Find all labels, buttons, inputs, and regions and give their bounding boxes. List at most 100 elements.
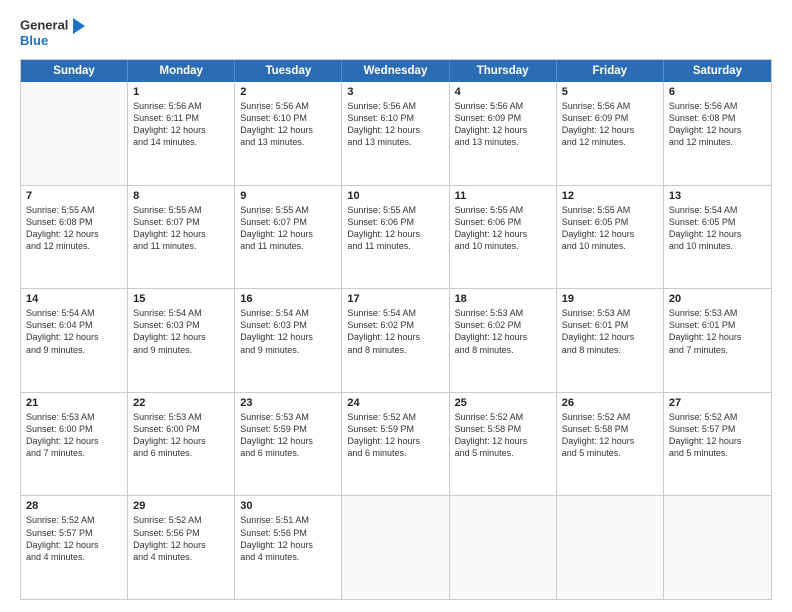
- cell-info-line: Sunrise: 5:54 AM: [669, 204, 766, 216]
- cell-info-line: Sunrise: 5:53 AM: [26, 411, 122, 423]
- calendar-cell-14: 14Sunrise: 5:54 AMSunset: 6:04 PMDayligh…: [21, 289, 128, 392]
- weekday-header-saturday: Saturday: [664, 60, 771, 82]
- cell-info-line: Sunrise: 5:55 AM: [240, 204, 336, 216]
- cell-info-line: Daylight: 12 hours: [133, 228, 229, 240]
- cell-info-line: Sunset: 6:00 PM: [133, 423, 229, 435]
- cell-info-line: and 8 minutes.: [347, 344, 443, 356]
- cell-info-line: Sunset: 6:05 PM: [669, 216, 766, 228]
- cell-info-line: Sunrise: 5:52 AM: [26, 514, 122, 526]
- calendar-cell-27: 27Sunrise: 5:52 AMSunset: 5:57 PMDayligh…: [664, 393, 771, 496]
- calendar-row-2: 14Sunrise: 5:54 AMSunset: 6:04 PMDayligh…: [21, 289, 771, 393]
- cell-info-line: and 4 minutes.: [26, 551, 122, 563]
- cell-info-line: and 6 minutes.: [240, 447, 336, 459]
- day-number: 14: [26, 293, 122, 305]
- calendar-cell-22: 22Sunrise: 5:53 AMSunset: 6:00 PMDayligh…: [128, 393, 235, 496]
- day-number: 1: [133, 86, 229, 98]
- calendar-cell-12: 12Sunrise: 5:55 AMSunset: 6:05 PMDayligh…: [557, 186, 664, 289]
- cell-info-line: Daylight: 12 hours: [26, 228, 122, 240]
- day-number: 25: [455, 397, 551, 409]
- calendar-cell-7: 7 Sunrise: 5:55 AMSunset: 6:08 PMDaylight…: [21, 186, 128, 289]
- cell-info-line: Sunrise: 5:53 AM: [669, 307, 766, 319]
- cell-info-line: Sunrise: 5:54 AM: [347, 307, 443, 319]
- cell-info-line: and 11 minutes.: [347, 240, 443, 252]
- cell-info-line: Sunset: 6:08 PM: [26, 216, 122, 228]
- cell-info-line: Sunset: 6:09 PM: [455, 112, 551, 124]
- cell-info-line: Sunrise: 5:53 AM: [240, 411, 336, 423]
- cell-info-line: Sunrise: 5:52 AM: [347, 411, 443, 423]
- day-number: 11: [455, 190, 551, 202]
- day-number: 26: [562, 397, 658, 409]
- cell-info-line: Sunrise: 5:53 AM: [455, 307, 551, 319]
- calendar-cell-empty-4-6: [664, 496, 771, 599]
- calendar-cell-29: 29Sunrise: 5:52 AMSunset: 5:56 PMDayligh…: [128, 496, 235, 599]
- cell-info-line: and 14 minutes.: [133, 136, 229, 148]
- logo-text: General Blue: [20, 18, 85, 49]
- cell-info-line: and 10 minutes.: [562, 240, 658, 252]
- cell-info-line: and 8 minutes.: [562, 344, 658, 356]
- page: General Blue SundayMondayTuesdayWednesda…: [0, 0, 792, 612]
- cell-info-line: and 13 minutes.: [240, 136, 336, 148]
- cell-info-line: Sunrise: 5:54 AM: [240, 307, 336, 319]
- calendar-cell-empty-4-3: [342, 496, 449, 599]
- day-number: 28: [26, 500, 122, 512]
- cell-info-line: Daylight: 12 hours: [347, 124, 443, 136]
- cell-info-line: Sunrise: 5:52 AM: [562, 411, 658, 423]
- calendar-cell-empty-0-0: [21, 82, 128, 185]
- calendar: SundayMondayTuesdayWednesdayThursdayFrid…: [20, 59, 772, 600]
- cell-info-line: and 11 minutes.: [133, 240, 229, 252]
- calendar-cell-28: 28Sunrise: 5:52 AMSunset: 5:57 PMDayligh…: [21, 496, 128, 599]
- cell-info-line: Sunset: 6:06 PM: [347, 216, 443, 228]
- cell-info-line: Sunset: 5:58 PM: [455, 423, 551, 435]
- cell-info-line: Sunset: 6:02 PM: [455, 319, 551, 331]
- day-number: 8: [133, 190, 229, 202]
- cell-info-line: Daylight: 12 hours: [562, 435, 658, 447]
- cell-info-line: and 10 minutes.: [669, 240, 766, 252]
- cell-info-line: Sunrise: 5:55 AM: [562, 204, 658, 216]
- cell-info-line: Daylight: 12 hours: [347, 435, 443, 447]
- day-number: 3: [347, 86, 443, 98]
- day-number: 13: [669, 190, 766, 202]
- day-number: 22: [133, 397, 229, 409]
- cell-info-line: Sunrise: 5:55 AM: [26, 204, 122, 216]
- day-number: 20: [669, 293, 766, 305]
- calendar-cell-15: 15Sunrise: 5:54 AMSunset: 6:03 PMDayligh…: [128, 289, 235, 392]
- cell-info-line: and 5 minutes.: [669, 447, 766, 459]
- calendar-cell-4: 4Sunrise: 5:56 AMSunset: 6:09 PMDaylight…: [450, 82, 557, 185]
- cell-info-line: Daylight: 12 hours: [669, 124, 766, 136]
- calendar-cell-2: 2Sunrise: 5:56 AMSunset: 6:10 PMDaylight…: [235, 82, 342, 185]
- cell-info-line: Daylight: 12 hours: [347, 228, 443, 240]
- cell-info-line: and 12 minutes.: [26, 240, 122, 252]
- cell-info-line: and 6 minutes.: [347, 447, 443, 459]
- cell-info-line: Sunrise: 5:56 AM: [562, 100, 658, 112]
- cell-info-line: Daylight: 12 hours: [133, 331, 229, 343]
- cell-info-line: and 13 minutes.: [347, 136, 443, 148]
- weekday-header-sunday: Sunday: [21, 60, 128, 82]
- calendar-cell-21: 21Sunrise: 5:53 AMSunset: 6:00 PMDayligh…: [21, 393, 128, 496]
- cell-info-line: Daylight: 12 hours: [455, 435, 551, 447]
- cell-info-line: Daylight: 12 hours: [26, 331, 122, 343]
- calendar-row-3: 21Sunrise: 5:53 AMSunset: 6:00 PMDayligh…: [21, 393, 771, 497]
- weekday-header-tuesday: Tuesday: [235, 60, 342, 82]
- cell-info-line: and 7 minutes.: [26, 447, 122, 459]
- cell-info-line: Sunset: 5:59 PM: [240, 423, 336, 435]
- day-number: 5: [562, 86, 658, 98]
- cell-info-line: Daylight: 12 hours: [562, 124, 658, 136]
- weekday-header-thursday: Thursday: [450, 60, 557, 82]
- cell-info-line: Sunrise: 5:54 AM: [133, 307, 229, 319]
- calendar-cell-13: 13 Sunrise: 5:54 AMSunset: 6:05 PMDayligh…: [664, 186, 771, 289]
- cell-info-line: Daylight: 12 hours: [669, 228, 766, 240]
- cell-info-line: and 11 minutes.: [240, 240, 336, 252]
- cell-info-line: and 10 minutes.: [455, 240, 551, 252]
- cell-info-line: Sunset: 6:11 PM: [133, 112, 229, 124]
- calendar-cell-empty-4-5: [557, 496, 664, 599]
- day-number: 16: [240, 293, 336, 305]
- cell-info-line: Sunset: 5:57 PM: [26, 527, 122, 539]
- cell-info-line: Sunrise: 5:52 AM: [455, 411, 551, 423]
- cell-info-line: and 9 minutes.: [26, 344, 122, 356]
- cell-info-line: and 7 minutes.: [669, 344, 766, 356]
- cell-info-line: Daylight: 12 hours: [347, 331, 443, 343]
- calendar-cell-8: 8Sunrise: 5:55 AMSunset: 6:07 PMDaylight…: [128, 186, 235, 289]
- cell-info-line: and 12 minutes.: [669, 136, 766, 148]
- cell-info-line: Sunrise: 5:56 AM: [669, 100, 766, 112]
- day-number: 7: [26, 190, 122, 202]
